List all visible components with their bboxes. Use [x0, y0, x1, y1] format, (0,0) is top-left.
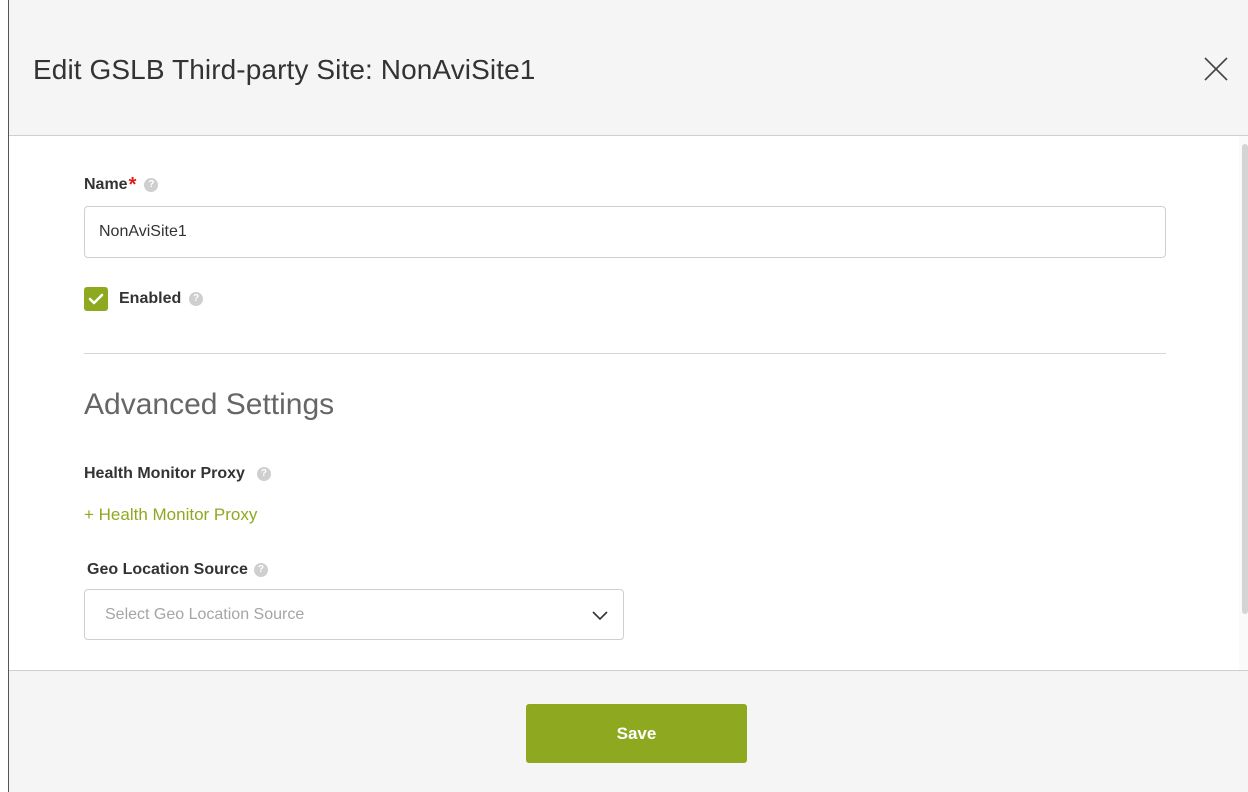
name-input[interactable]	[84, 206, 1166, 258]
health-monitor-proxy-label: Health Monitor Proxy ?	[84, 465, 271, 483]
enabled-label: Enabled	[119, 290, 182, 307]
close-button[interactable]	[1203, 56, 1229, 82]
edit-site-modal: Edit GSLB Third-party Site: NonAviSite1 …	[8, 0, 1248, 792]
scrollbar-thumb[interactable]	[1242, 144, 1248, 614]
geo-location-source-label: Geo Location Source ?	[87, 561, 268, 579]
modal-header: Edit GSLB Third-party Site: NonAviSite1	[9, 0, 1248, 136]
enabled-checkbox[interactable]	[84, 287, 108, 311]
help-icon[interactable]: ?	[144, 178, 159, 192]
save-button[interactable]: Save	[526, 704, 747, 763]
help-icon[interactable]: ?	[189, 292, 204, 306]
help-icon[interactable]: ?	[256, 467, 271, 481]
chevron-down-icon	[592, 610, 608, 620]
geo-location-source-label-text: Geo Location Source	[87, 561, 248, 578]
close-icon	[1204, 57, 1228, 81]
geo-location-source-select[interactable]: Select Geo Location Source	[84, 589, 624, 640]
add-health-monitor-proxy-link[interactable]: + Health Monitor Proxy	[84, 505, 257, 525]
name-field-label: Name * ?	[84, 174, 159, 196]
geo-location-source-placeholder: Select Geo Location Source	[105, 605, 305, 623]
required-marker: *	[128, 174, 137, 196]
modal-body: Name * ? Enabled ? Advanced Settings Hea…	[9, 136, 1248, 670]
modal-footer: Save	[9, 670, 1248, 792]
help-icon[interactable]: ?	[253, 563, 268, 577]
section-divider	[84, 353, 1166, 354]
check-icon	[88, 293, 104, 305]
name-label-text: Name	[84, 176, 128, 193]
health-monitor-proxy-label-text: Health Monitor Proxy	[84, 465, 245, 482]
enabled-row: Enabled ?	[84, 287, 204, 311]
modal-title: Edit GSLB Third-party Site: NonAviSite1	[33, 54, 536, 85]
advanced-settings-title: Advanced Settings	[84, 388, 335, 421]
scrollbar[interactable]	[1239, 136, 1248, 670]
